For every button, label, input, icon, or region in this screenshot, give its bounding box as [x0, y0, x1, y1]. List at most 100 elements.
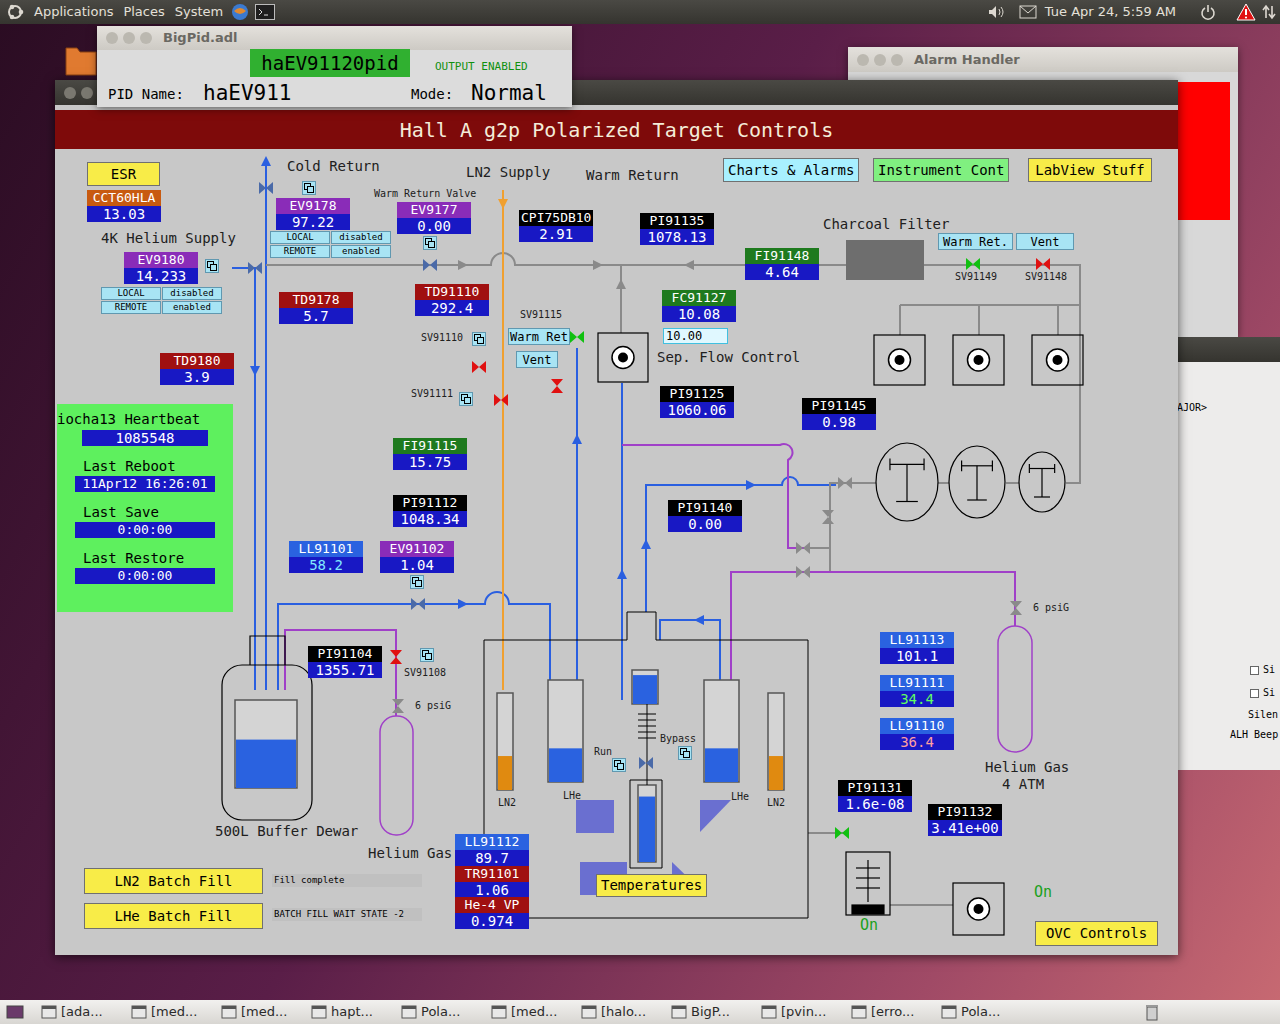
readout-value: 1078.13	[640, 229, 714, 245]
setpoint-input[interactable]: 10.00	[663, 328, 728, 344]
readout: CCT60HLA13.03	[87, 190, 161, 222]
terminal-icon[interactable]	[255, 4, 275, 20]
taskbar-item[interactable]: [ada...	[38, 1001, 126, 1023]
valve-icon[interactable]	[966, 258, 980, 270]
toggle-button[interactable]: enabled	[331, 245, 391, 258]
valve-icon[interactable]	[639, 757, 653, 769]
trash-icon[interactable]	[1144, 1003, 1160, 1021]
panel-menu[interactable]: System	[175, 2, 223, 22]
valve-icon[interactable]	[570, 331, 584, 343]
nav-button[interactable]: Instrument Cont	[873, 158, 1009, 182]
window-control-icon[interactable]	[105, 31, 119, 45]
show-desktop-icon[interactable]	[6, 1004, 24, 1020]
window-control-icon[interactable]	[80, 86, 94, 100]
panel-menu[interactable]: Applications	[34, 2, 113, 22]
window-control-icon[interactable]	[856, 53, 870, 67]
folder-icon[interactable]	[65, 42, 97, 76]
nav-button[interactable]: Temperatures	[596, 874, 707, 897]
tank-level	[497, 693, 513, 790]
taskbar-item[interactable]: [erro...	[848, 1001, 936, 1023]
valve-icon[interactable]	[796, 542, 810, 554]
warning-icon[interactable]	[1236, 3, 1256, 21]
nav-button[interactable]: ESR	[87, 162, 160, 186]
power-icon[interactable]	[1200, 4, 1216, 20]
panel-menu[interactable]: Places	[123, 2, 164, 22]
readout-label: He-4 VP	[455, 897, 529, 913]
valve-icon[interactable]	[796, 566, 810, 578]
nav-button[interactable]: LabView Stuff	[1028, 158, 1152, 182]
alh-label: Silen	[1175, 709, 1280, 721]
valve-icon[interactable]	[411, 598, 425, 610]
toggle-button[interactable]: enabled	[162, 301, 222, 314]
mail-icon[interactable]	[1019, 5, 1037, 19]
diagram-label: Run	[594, 746, 612, 758]
related-display-button[interactable]	[472, 332, 486, 346]
valve-icon[interactable]	[551, 379, 563, 393]
window-control-icon[interactable]	[139, 31, 153, 45]
taskbar-item[interactable]: Pola...	[398, 1001, 486, 1023]
taskbar-item[interactable]: [halo...	[578, 1001, 666, 1023]
toggle-button[interactable]: Vent	[1016, 233, 1074, 250]
network-arrows-icon[interactable]	[1262, 4, 1276, 20]
window-control-icon[interactable]	[63, 86, 77, 100]
taskbar-item[interactable]: hapt...	[308, 1001, 396, 1023]
related-display-button[interactable]	[302, 181, 316, 195]
valve-icon[interactable]	[822, 510, 834, 524]
alh-window: AJOR>SiSiSilenALH Beep	[1175, 337, 1280, 770]
target-controls-window: Hall A g2p Polarized Target ControlsCold…	[55, 80, 1178, 955]
ubuntu-logo-icon[interactable]	[6, 3, 24, 21]
taskbar-item[interactable]: [pvin...	[758, 1001, 846, 1023]
toggle-button[interactable]: LOCAL	[270, 231, 330, 244]
valve-icon[interactable]	[1010, 601, 1022, 615]
related-display-button[interactable]	[423, 236, 437, 250]
related-display-button[interactable]	[459, 392, 473, 406]
desktop: Applications Places System Tue Apr 24, 5:59…	[0, 0, 1280, 1024]
valve-icon[interactable]	[838, 477, 852, 489]
toggle-button[interactable]: Vent	[516, 351, 558, 368]
nav-button[interactable]: Charts & Alarms	[723, 158, 859, 182]
toggle-button[interactable]: REMOTE	[101, 301, 161, 314]
diagram-label: On	[860, 917, 878, 934]
alh-checkbox[interactable]: Si	[1250, 687, 1280, 699]
readout: PI911351078.13	[640, 213, 714, 245]
diagram-label: 6 psiG	[415, 700, 451, 712]
taskbar-item[interactable]: BigP...	[668, 1001, 756, 1023]
window-control-icon[interactable]	[873, 53, 887, 67]
valve-icon[interactable]	[835, 827, 849, 839]
nav-button[interactable]: OVC Controls	[1035, 921, 1158, 946]
valve-icon[interactable]	[390, 650, 402, 664]
readout-label: CCT60HLA	[87, 190, 161, 206]
window-control-icon[interactable]	[122, 31, 136, 45]
valve-icon[interactable]	[1036, 258, 1050, 270]
taskbar-item[interactable]: [med...	[128, 1001, 216, 1023]
related-display-button[interactable]	[420, 648, 434, 662]
toggle-button[interactable]: LOCAL	[101, 287, 161, 300]
toggle-button[interactable]: REMOTE	[270, 245, 330, 258]
window-control-icon[interactable]	[890, 53, 904, 67]
taskbar-item[interactable]: [med...	[488, 1001, 576, 1023]
valve-icon[interactable]	[259, 182, 273, 194]
valve-icon[interactable]	[472, 361, 486, 373]
valve-icon[interactable]	[392, 699, 404, 713]
readout-label: EV9177	[397, 202, 471, 218]
panel-clock[interactable]: Tue Apr 24, 5:59 AM	[1045, 2, 1176, 22]
related-display-button[interactable]	[410, 575, 424, 589]
toggle-button[interactable]: Warm Ret	[508, 328, 570, 345]
related-display-button[interactable]	[678, 746, 692, 760]
valve-icon[interactable]	[423, 259, 437, 271]
browser-icon[interactable]	[231, 3, 249, 21]
nav-button[interactable]: LN2 Batch Fill	[84, 868, 263, 894]
valve-icon[interactable]	[248, 262, 262, 274]
nav-button[interactable]: LHe Batch Fill	[84, 903, 263, 929]
readout: FC9112710.08	[662, 290, 736, 322]
taskbar-item[interactable]: Pola...	[938, 1001, 1026, 1023]
taskbar-item[interactable]: [med...	[218, 1001, 306, 1023]
related-display-button[interactable]	[205, 259, 219, 273]
toggle-button[interactable]: disabled	[331, 231, 391, 244]
valve-icon[interactable]	[494, 394, 508, 406]
toggle-button[interactable]: disabled	[162, 287, 222, 300]
volume-icon[interactable]	[987, 4, 1007, 20]
related-display-button[interactable]	[612, 758, 626, 772]
toggle-button[interactable]: Warm Ret.	[938, 233, 1013, 250]
alh-checkbox[interactable]: Si	[1250, 664, 1280, 676]
